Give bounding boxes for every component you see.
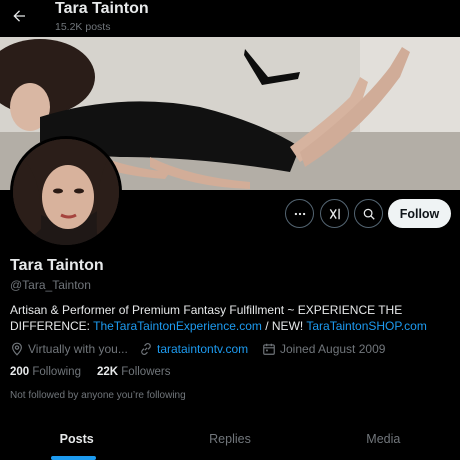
location-pin-icon [12,342,22,356]
following-stat[interactable]: 200 Following [10,366,81,378]
profile-handle: @Tara_Tainton [10,278,91,292]
more-icon [294,212,305,215]
location: Virtually with you... [10,342,128,356]
bio-link-experience[interactable]: TheTaraTaintonExperience.com [93,319,262,333]
top-bar: Tara Tainton 15.2K posts [0,0,460,37]
tab-replies[interactable]: Replies [153,420,306,460]
follow-button[interactable]: Follow [388,199,451,228]
search-icon [363,208,375,220]
calendar-icon [263,343,275,355]
arrow-left-icon [13,10,25,22]
header-posts-count: 15.2K posts [55,21,111,33]
bio-text: / NEW! [261,319,307,333]
more-button[interactable] [285,199,314,228]
avatar-image [13,139,119,245]
tab-posts[interactable]: Posts [0,420,153,460]
followers-count: 22K [96,366,119,378]
search-button[interactable] [354,199,383,228]
tab-media[interactable]: Media [307,420,460,460]
link-icon [141,343,151,355]
profile-name: Tara Tainton [10,257,104,274]
join-date-text: Joined August 2009 [280,342,386,356]
not-followed-note: Not followed by anyone you’re following [10,390,186,401]
website-link[interactable]: tarataintontv.com [157,342,248,356]
followers-label: Followers [121,366,171,378]
profile-tabs: Posts Replies Media [0,420,460,460]
grok-button[interactable] [320,199,349,228]
join-date: Joined August 2009 [262,342,385,356]
profile-bio: Artisan & Performer of Premium Fantasy F… [10,302,450,334]
back-button[interactable] [8,5,30,27]
active-tab-indicator [51,456,96,460]
avatar[interactable] [10,136,122,248]
follow-stats: 200 Following 22K Followers [10,366,171,378]
followers-stat[interactable]: 22K Followers [97,366,171,378]
following-label: Following [32,366,81,378]
website[interactable]: tarataintontv.com [139,342,248,356]
bio-link-shop[interactable]: TaraTaintonSHOP.com [306,319,427,333]
location-text: Virtually with you... [28,342,128,356]
grok-icon [329,208,340,219]
header-name: Tara Tainton [55,0,149,17]
following-count: 200 [10,366,30,378]
